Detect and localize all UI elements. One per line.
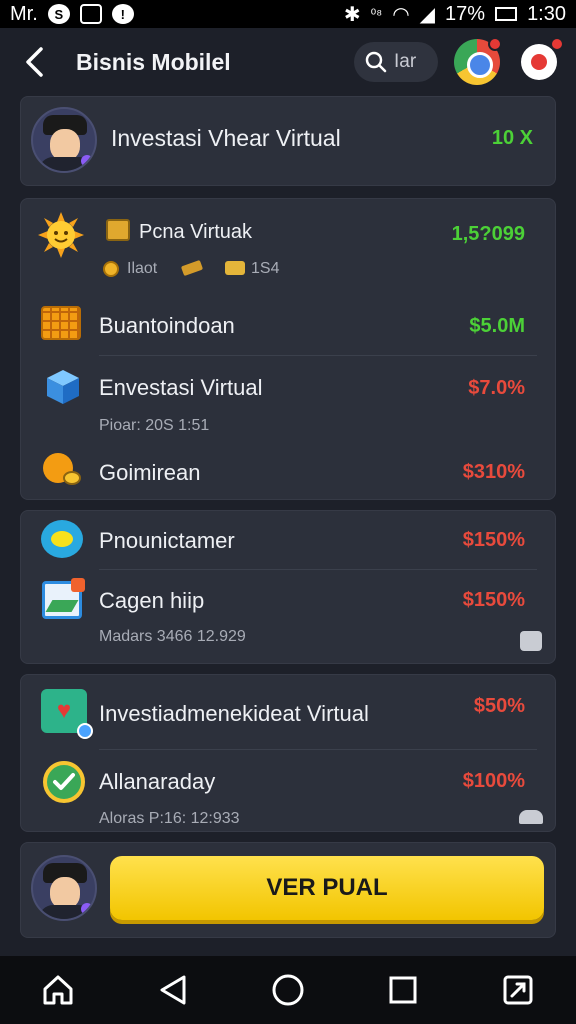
signal-icon: ◢ bbox=[419, 3, 436, 26]
row-sub-label: Madars 3466 12.929 bbox=[99, 628, 246, 645]
calculator-icon bbox=[39, 303, 83, 343]
image-notification-icon bbox=[79, 4, 102, 24]
dismiss-handle-icon[interactable] bbox=[517, 807, 545, 827]
screenshot-button[interactable] bbox=[496, 968, 540, 1012]
row-label: Buantoindoan bbox=[99, 313, 235, 338]
battery-percent: 17% bbox=[445, 2, 486, 25]
hammer-icon bbox=[179, 257, 205, 279]
row-label: Pcna Virtuak bbox=[139, 221, 253, 243]
gold-box-icon bbox=[103, 215, 133, 245]
cube-icon bbox=[43, 367, 83, 407]
row-label: Pnounictamer bbox=[99, 528, 235, 553]
row-value: $50% bbox=[473, 695, 525, 717]
notification-dot bbox=[488, 37, 502, 51]
investment-card-3: ♥ Investiadmenekideat Virtual $50% Allan… bbox=[20, 674, 556, 832]
search-icon bbox=[365, 51, 387, 73]
divider bbox=[99, 749, 537, 750]
header-card-value: 10 X bbox=[491, 127, 533, 149]
row-value: $310% bbox=[462, 461, 525, 483]
row-label: Goimirean bbox=[99, 460, 201, 485]
row-label: Envestasi Virtual bbox=[99, 375, 263, 400]
network-icon: ⁰⁸ bbox=[370, 5, 383, 22]
chevron-left-icon bbox=[26, 47, 43, 77]
thumbs-up-icon[interactable] bbox=[517, 627, 545, 655]
alert-notification-icon: ! bbox=[111, 4, 134, 24]
avatar bbox=[31, 107, 97, 173]
battery-icon bbox=[495, 7, 518, 21]
image-gallery-icon bbox=[39, 577, 85, 623]
green-box-icon: ♥ bbox=[37, 685, 93, 739]
home-button[interactable] bbox=[36, 968, 80, 1012]
row-value: $100% bbox=[462, 770, 525, 792]
ver-pual-button[interactable]: VER PUAL bbox=[110, 856, 544, 920]
back-button[interactable] bbox=[14, 42, 54, 82]
wifi-icon: ◠ bbox=[392, 3, 410, 26]
row-value: $7.0% bbox=[468, 377, 525, 399]
clock: 1:30 bbox=[527, 2, 566, 25]
browser-icon[interactable] bbox=[454, 37, 502, 85]
row-value: $150% bbox=[462, 529, 525, 551]
screenshot-icon bbox=[503, 975, 533, 1005]
row-value: $5.0M bbox=[469, 315, 525, 337]
header-card-title: Investasi Vhear Virtual bbox=[111, 125, 341, 151]
app-bar: Bisnis Mobilel Iar bbox=[0, 28, 576, 96]
row-sub-label: Pioar: 20S 1:51 bbox=[99, 417, 210, 434]
notification-button[interactable] bbox=[516, 37, 564, 85]
investment-card-1: Pcna Virtuak 1,5?099 Ilaot 1S4 Buantoind… bbox=[20, 198, 556, 500]
gold-bar-icon bbox=[223, 257, 247, 279]
bluetooth-icon: ✱ bbox=[343, 3, 361, 26]
row-sub-label: 1S4 bbox=[251, 260, 280, 277]
investment-card-2: Pnounictamer $150% Cagen hiip $150% Mada… bbox=[20, 510, 556, 664]
search-text: Iar bbox=[394, 51, 417, 72]
back-nav-button[interactable] bbox=[151, 968, 195, 1012]
carrier-label: Mr. bbox=[10, 2, 38, 25]
notification-dot bbox=[550, 37, 564, 51]
divider bbox=[99, 569, 537, 570]
system-nav-bar bbox=[0, 956, 576, 1024]
recents-button[interactable] bbox=[381, 968, 425, 1012]
row-value: 1,5?099 bbox=[451, 223, 525, 245]
square-recents-icon bbox=[389, 976, 417, 1004]
status-bar: Mr. S ! ✱ ⁰⁸ ◠ ◢ 17% 1:30 bbox=[0, 0, 576, 28]
home-icon bbox=[43, 975, 73, 1005]
app-notification-icon: S bbox=[47, 4, 70, 24]
row-sub-label: Ilaot bbox=[127, 260, 158, 277]
sun-icon bbox=[35, 209, 87, 261]
checkmark-icon bbox=[41, 759, 87, 805]
row-label: Cagen hiip bbox=[99, 588, 205, 613]
coins-icon bbox=[39, 449, 89, 491]
row-label: Allanaraday bbox=[99, 769, 216, 794]
page-title: Bisnis Mobilel bbox=[76, 48, 231, 75]
avatar bbox=[31, 855, 97, 921]
home-circle-button[interactable] bbox=[266, 968, 310, 1012]
row-label: Investiadmenekideat Virtual bbox=[99, 701, 369, 726]
chat-bubble-icon bbox=[39, 517, 85, 561]
row-value: $150% bbox=[462, 589, 525, 611]
circle-home-icon bbox=[272, 974, 304, 1006]
coin-icon bbox=[101, 259, 121, 279]
header-card[interactable]: Investasi Vhear Virtual 10 X bbox=[20, 96, 556, 186]
search-button[interactable]: Iar bbox=[354, 42, 438, 82]
row-sub-label: Aloras P:16: 12:933 bbox=[99, 810, 240, 827]
triangle-back-icon bbox=[160, 975, 186, 1005]
divider bbox=[99, 355, 537, 356]
